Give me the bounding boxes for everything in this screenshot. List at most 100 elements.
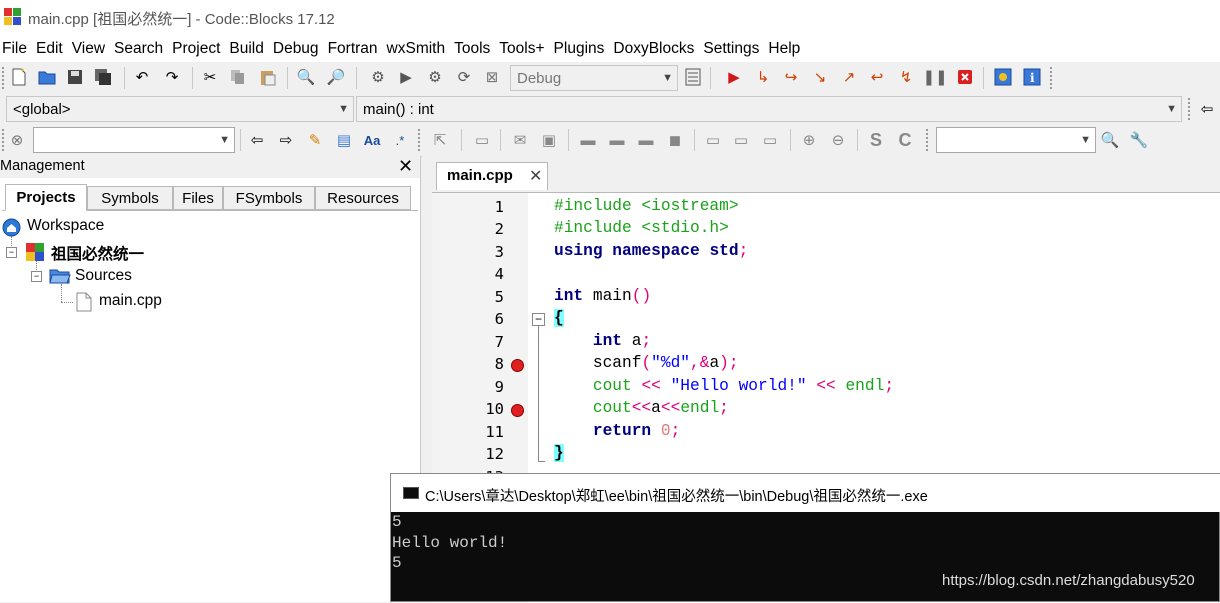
build-target-combo[interactable]: Debug ▼	[510, 65, 678, 91]
zoom-out-icon[interactable]: ⊖	[828, 130, 848, 150]
settings-wrench-icon[interactable]: 🔧	[1129, 130, 1149, 150]
menu-project[interactable]: Project	[170, 40, 227, 58]
debug-start-icon[interactable]: ▶	[724, 67, 744, 87]
build-options-icon[interactable]	[683, 67, 703, 87]
highlight-icon[interactable]: ✎	[305, 130, 325, 150]
step-into-icon[interactable]: ↘	[810, 67, 830, 87]
tab-symbols[interactable]: Symbols	[87, 186, 173, 210]
close-icon[interactable]: ✕	[398, 156, 413, 177]
step-out-icon[interactable]: ↗	[839, 67, 859, 87]
breakpoint-icon[interactable]	[511, 404, 524, 417]
save-all-icon[interactable]	[93, 67, 113, 87]
shape-1-icon[interactable]: ▭	[703, 130, 723, 150]
build-gear-icon[interactable]: ⚙	[368, 67, 388, 87]
rectangle-icon[interactable]: ▭	[472, 130, 492, 150]
toolbar-grip[interactable]	[418, 129, 423, 151]
tab-files[interactable]: Files	[173, 186, 223, 210]
debug-windows-icon[interactable]	[993, 67, 1013, 87]
select-arrow-icon[interactable]: ⇱	[430, 130, 450, 150]
next-line-icon[interactable]: ↪	[781, 67, 801, 87]
toolbar-grip[interactable]	[2, 67, 7, 89]
save-icon[interactable]	[65, 67, 85, 87]
tab-resources[interactable]: Resources	[315, 186, 411, 210]
menu-wxsmith[interactable]: wxSmith	[385, 40, 453, 58]
symbol-search-input[interactable]: ▼	[936, 127, 1096, 153]
fold-collapse-icon[interactable]: −	[532, 313, 545, 326]
pause-icon[interactable]: ❚❚	[922, 67, 947, 87]
incremental-search-input[interactable]: ▼	[33, 127, 235, 153]
new-file-icon[interactable]	[9, 67, 29, 87]
symbol-search-icon[interactable]: 🔍	[1100, 130, 1120, 150]
selected-text-only-icon[interactable]: ▤	[334, 130, 354, 150]
redo-icon[interactable]: ↷	[162, 67, 182, 87]
cut-icon[interactable]: ✂	[200, 67, 220, 87]
toolbar-separator	[568, 129, 569, 151]
menu-fortran[interactable]: Fortran	[326, 40, 385, 58]
tree-sources-folder[interactable]: Sources	[75, 267, 132, 285]
abort-icon[interactable]: ⊠	[482, 67, 502, 87]
search-next-icon[interactable]: ⇨	[276, 130, 296, 150]
menu-plugins[interactable]: Plugins	[552, 40, 612, 58]
clear-search-icon[interactable]: ⊗	[7, 130, 27, 150]
debug-info-icon[interactable]: i	[1022, 67, 1042, 87]
undo-icon[interactable]: ↶	[132, 67, 152, 87]
zoom-in-icon[interactable]: ⊕	[799, 130, 819, 150]
breakpoint-icon[interactable]	[511, 359, 524, 372]
menu-file[interactable]: File	[0, 40, 34, 58]
replace-icon[interactable]: 🔎	[326, 67, 346, 87]
layout-3-icon[interactable]: ▬	[636, 130, 656, 150]
menu-debug[interactable]: Debug	[271, 40, 326, 58]
toolbar-grip[interactable]	[1050, 67, 1055, 89]
stop-debug-icon[interactable]	[955, 67, 975, 87]
collapse-icon[interactable]: −	[31, 271, 42, 282]
step-into-instruction-icon[interactable]: ↯	[896, 67, 916, 87]
menu-tools-plus[interactable]: Tools+	[497, 40, 551, 58]
s-icon[interactable]: S	[866, 130, 886, 150]
search-prev-icon[interactable]: ⇦	[247, 130, 267, 150]
paste-icon[interactable]	[258, 67, 278, 87]
layout-2-icon[interactable]: ▬	[607, 130, 627, 150]
regex-icon[interactable]: .*	[390, 130, 410, 150]
menu-edit[interactable]: Edit	[34, 40, 70, 58]
menu-search[interactable]: Search	[112, 40, 170, 58]
shape-2-icon[interactable]: ▭	[731, 130, 751, 150]
copy-icon[interactable]	[228, 67, 248, 87]
toolbar-grip[interactable]	[926, 129, 931, 151]
shape-3-icon[interactable]: ▭	[760, 130, 780, 150]
find-icon[interactable]: 🔍	[296, 67, 316, 87]
menu-tools[interactable]: Tools	[452, 40, 497, 58]
menu-build[interactable]: Build	[227, 40, 270, 58]
menu-view[interactable]: View	[70, 40, 112, 58]
image-icon[interactable]: ▣	[539, 130, 559, 150]
scope-combo[interactable]: <global> ▼	[6, 96, 354, 122]
console-title-bar[interactable]: C:\Users\章达\Desktop\郑虹\ee\bin\祖国必然统一\bin…	[391, 474, 1220, 512]
tab-projects[interactable]: Projects	[5, 184, 87, 211]
tab-fsymbols[interactable]: FSymbols	[223, 186, 315, 210]
editor-tab-main-cpp[interactable]: main.cpp ✕	[436, 162, 548, 190]
menu-help[interactable]: Help	[766, 40, 807, 58]
menu-doxyblocks[interactable]: DoxyBlocks	[611, 40, 701, 58]
function-combo[interactable]: main() : int ▼	[356, 96, 1182, 122]
run-icon[interactable]: ▶	[396, 67, 416, 87]
management-panel: Management ✕ Projects Symbols Files FSym…	[0, 156, 421, 602]
open-folder-icon[interactable]	[37, 67, 57, 87]
layout-1-icon[interactable]: ▬	[578, 130, 598, 150]
tree-project[interactable]: 祖国必然统一	[51, 242, 144, 264]
tree-connector	[61, 284, 62, 302]
next-instruction-icon[interactable]: ↩	[867, 67, 887, 87]
mail-icon[interactable]: ✉	[510, 130, 530, 150]
run-to-cursor-icon[interactable]: ↳	[753, 67, 773, 87]
collapse-icon[interactable]: −	[6, 247, 17, 258]
match-case-icon[interactable]: Aa	[362, 130, 382, 150]
toolbar-grip[interactable]	[1188, 98, 1193, 120]
tree-file-main-cpp[interactable]: main.cpp	[99, 292, 162, 310]
tree-workspace[interactable]: Workspace	[27, 217, 104, 235]
build-and-run-icon[interactable]: ⚙	[425, 67, 445, 87]
toolbar-separator	[461, 129, 462, 151]
close-icon[interactable]: ✕	[529, 166, 542, 186]
rebuild-icon[interactable]: ⟳	[454, 67, 474, 87]
jump-back-icon[interactable]: ⇦	[1197, 99, 1217, 119]
c-icon[interactable]: C	[895, 130, 915, 150]
layout-4-icon[interactable]: ◼	[665, 130, 685, 150]
menu-settings[interactable]: Settings	[701, 40, 766, 58]
